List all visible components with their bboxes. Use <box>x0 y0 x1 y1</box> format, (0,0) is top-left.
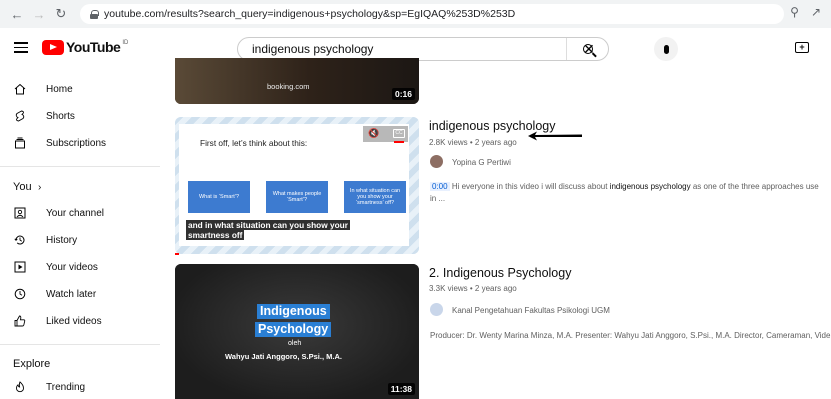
you-heading: You <box>13 181 32 193</box>
caption-overlay-line1: and in what situation can you show your <box>186 220 350 230</box>
channel-name[interactable]: Kanal Pengetahuan Fakultas Psikologi UGM <box>452 306 610 315</box>
sidebar-item-your-videos[interactable]: Your videos <box>0 254 160 280</box>
arrow-annotation-icon <box>528 131 582 141</box>
sidebar-item-label: History <box>46 234 78 246</box>
video-meta: 2.8K views • 2 years ago <box>429 138 517 147</box>
video-snippet-line2: in ... <box>430 194 446 203</box>
channel-name[interactable]: Yopina G Pertiwi <box>452 158 511 167</box>
forward-icon[interactable]: → <box>30 5 48 23</box>
captions-icon[interactable]: CC <box>393 129 405 138</box>
sidebar-divider <box>0 166 160 167</box>
sidebar-item-label: Shorts <box>46 110 75 122</box>
thumbnail-title-line2: Psychology <box>255 322 332 337</box>
sidebar-item-subscriptions[interactable]: Subscriptions <box>0 130 160 156</box>
video-title[interactable]: 2. Indigenous Psychology <box>429 266 571 280</box>
video-thumbnail[interactable]: booking.com 0:16 <box>175 58 419 104</box>
sidebar-item-shorts[interactable]: Shorts <box>0 103 160 129</box>
thumbnail-box: In what situation can you show your ‘sma… <box>344 181 406 213</box>
caption-overlay-line2: smartness off <box>186 230 245 240</box>
youtube-logo[interactable]: YouTube ID <box>42 39 128 55</box>
address-bar[interactable]: youtube.com/results?search_query=indigen… <box>80 4 784 24</box>
your-videos-icon <box>13 260 27 274</box>
sidebar-item-label: Watch later <box>46 288 97 300</box>
zoom-icon[interactable]: ⚲ <box>790 5 799 19</box>
subscriptions-icon <box>13 136 27 150</box>
reload-icon[interactable]: ↻ <box>52 5 70 23</box>
sidebar-item-label: Home <box>46 83 73 95</box>
sidebar-item-watch-later[interactable]: Watch later <box>0 281 160 307</box>
sidebar-item-history[interactable]: History <box>0 227 160 253</box>
captions-active-indicator <box>394 141 404 143</box>
explore-heading: Explore <box>13 358 51 370</box>
sidebar-item-label: Your videos <box>46 261 98 273</box>
channel-avatar[interactable] <box>430 303 443 316</box>
sidebar-item-label: Liked videos <box>46 315 102 327</box>
thumbnail-heading: First off, let’s think about this: <box>200 138 308 148</box>
youtube-play-icon <box>42 39 64 55</box>
video-thumbnail[interactable]: Indigenous Psychology oleh Wahyu Jati An… <box>175 264 419 399</box>
timestamp-link[interactable]: 0:00 <box>430 182 450 191</box>
watch-later-icon <box>13 287 27 301</box>
voice-search-button[interactable] <box>654 37 678 61</box>
video-thumbnail[interactable]: First off, let’s think about this: 🔇 CC … <box>175 117 419 254</box>
search-button[interactable] <box>566 38 608 60</box>
create-icon[interactable]: + <box>795 42 809 53</box>
menu-icon[interactable] <box>14 42 28 53</box>
sidebar-you-heading[interactable]: You › <box>0 174 160 200</box>
logo-text: YouTube <box>66 39 121 55</box>
lock-icon <box>90 9 99 19</box>
thumbnail-title-line1: Indigenous <box>257 304 330 319</box>
sidebar-item-label: Trending <box>46 381 86 393</box>
video-duration: 11:38 <box>387 383 415 395</box>
history-icon <box>13 233 27 247</box>
home-icon <box>13 82 27 96</box>
chevron-right-icon: › <box>38 181 42 193</box>
video-snippet: Producer: Dr. Wenty Marina Minza, M.A. P… <box>430 331 831 340</box>
sidebar-item-home[interactable]: Home <box>0 76 160 102</box>
share-icon[interactable]: ↗ <box>811 5 821 19</box>
video-meta: 3.3K views • 2 years ago <box>429 284 517 293</box>
mute-icon[interactable]: 🔇 <box>368 128 379 139</box>
channel-avatar[interactable] <box>430 155 443 168</box>
thumbnail-box: What makes people ‘Smart’? <box>266 181 328 213</box>
sidebar-item-liked-videos[interactable]: Liked videos <box>0 308 160 334</box>
sidebar-item-label: Subscriptions <box>46 137 107 149</box>
thumbnail-author: Wahyu Jati Anggoro, S.Psi., M.A. <box>225 352 342 361</box>
trending-icon <box>13 380 27 394</box>
your-channel-icon <box>13 206 27 220</box>
video-duration: 0:16 <box>391 88 415 100</box>
thumbnail-box: What is ‘Smart’? <box>188 181 250 213</box>
url-text: youtube.com/results?search_query=indigen… <box>104 8 516 20</box>
sidebar: Home Shorts Subscriptions You › Your cha… <box>0 70 160 399</box>
sidebar-item-label: Your channel <box>46 207 105 219</box>
browser-toolbar: ← → ↻ youtube.com/results?search_query=i… <box>0 0 831 28</box>
like-icon <box>13 314 27 328</box>
back-icon[interactable]: ← <box>8 5 26 23</box>
microphone-icon <box>663 44 669 54</box>
search-icon <box>582 44 593 54</box>
thumbnail-brand-text: booking.com <box>267 82 310 91</box>
logo-country: ID <box>122 40 129 46</box>
sidebar-item-trending[interactable]: Trending <box>0 374 160 399</box>
search-input[interactable] <box>252 42 572 56</box>
sidebar-item-your-channel[interactable]: Your channel <box>0 200 160 226</box>
sidebar-divider <box>0 344 160 345</box>
thumbnail-by: oleh <box>288 340 302 347</box>
video-snippet: 0:00 Hi everyone in this video i will di… <box>430 182 819 191</box>
shorts-icon <box>13 109 27 123</box>
progress-indicator <box>175 253 179 255</box>
